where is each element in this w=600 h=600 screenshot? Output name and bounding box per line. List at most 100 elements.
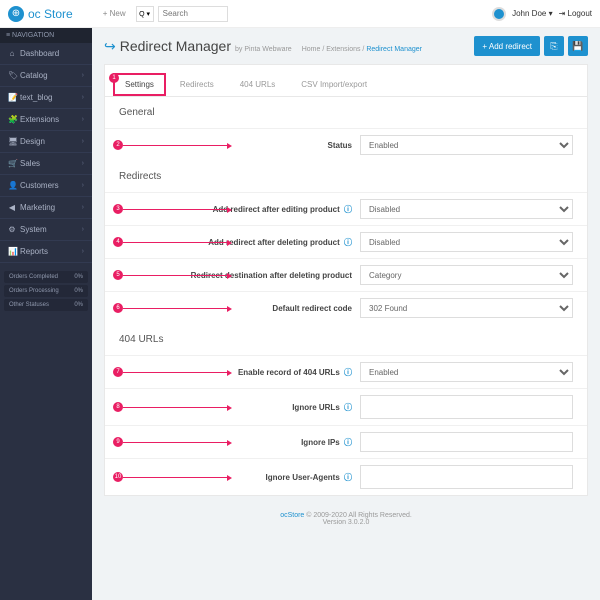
help-icon[interactable]: ⓘ <box>342 403 352 412</box>
main-content: ↪ Redirect Manager by Pinta Webware Home… <box>92 28 600 600</box>
chevron-right-icon: › <box>82 248 84 255</box>
marker-6: 6 <box>113 303 123 313</box>
chevron-right-icon: › <box>82 72 84 79</box>
select-add-del[interactable]: Disabled <box>360 232 573 252</box>
tab-settings[interactable]: Settings <box>113 73 166 96</box>
search-group: Q ▾ <box>136 6 228 22</box>
sidebar-item-catalog[interactable]: 🏷Catalog› <box>0 65 92 87</box>
crumb-current: Redirect Manager <box>366 46 422 53</box>
help-icon[interactable]: ⓘ <box>342 438 352 447</box>
tab-404urls[interactable]: 404 URLs <box>228 73 288 96</box>
stat-label: Orders Processing <box>9 288 59 294</box>
nav-icon: 🛒 <box>8 159 16 168</box>
stat-value: 0% <box>74 288 83 294</box>
chevron-right-icon: › <box>82 226 84 233</box>
topbar-right: John Doe ▾ ⇥ Logout <box>492 7 592 21</box>
marker-10: 10 <box>113 472 123 482</box>
username-dropdown[interactable]: John Doe ▾ <box>512 9 552 18</box>
chevron-right-icon: › <box>82 116 84 123</box>
sidebar-item-customers[interactable]: 👤Customers› <box>0 175 92 197</box>
nav-label: Marketing <box>20 203 55 212</box>
sidebar: ≡ NAVIGATION ⌂Dashboard🏷Catalog›📝text_bl… <box>0 28 92 600</box>
breadcrumb: Home / Extensions / Redirect Manager <box>302 46 422 53</box>
nav-label: Reports <box>20 247 48 256</box>
marker-4: 4 <box>113 237 123 247</box>
page-header: ↪ Redirect Manager by Pinta Webware Home… <box>104 36 588 56</box>
add-redirect-button[interactable]: + Add redirect <box>474 36 540 56</box>
tab-csv[interactable]: CSV Import/export <box>289 73 379 96</box>
chevron-right-icon: › <box>82 160 84 167</box>
row-status: 2 Status Enabled <box>105 128 587 161</box>
help-icon[interactable]: ⓘ <box>342 205 352 214</box>
crumb-home[interactable]: Home <box>302 46 321 53</box>
nav-icon: 🖥 <box>8 137 16 146</box>
marker-7: 7 <box>113 367 123 377</box>
sidebar-item-sales[interactable]: 🛒Sales› <box>0 153 92 175</box>
help-icon[interactable]: ⓘ <box>342 473 352 482</box>
nav-icon: ⌂ <box>8 49 16 58</box>
nav-icon: 🧩 <box>8 115 16 124</box>
nav-label: text_blog <box>20 93 52 102</box>
sidebar-item-reports[interactable]: 📊 Reports › <box>0 241 92 263</box>
select-status[interactable]: Enabled <box>360 135 573 155</box>
sidebar-item-extensions[interactable]: 🧩 Extensions › <box>0 109 92 131</box>
row-ign-ip: 9 Ignore IPs ⓘ <box>105 425 587 458</box>
logo-text: oc Store <box>28 7 73 21</box>
logo[interactable]: ⊕ oc Store <box>8 6 73 22</box>
select-dest[interactable]: Category <box>360 265 573 285</box>
stat-row: Orders Completed 0% <box>4 271 88 283</box>
row-dest: 5 Redirect destination after deleting pr… <box>105 258 587 291</box>
search-filter-button[interactable]: Q ▾ <box>136 6 154 22</box>
tabs: 1 Settings Redirects 404 URLs CSV Import… <box>105 65 587 97</box>
avatar[interactable] <box>492 7 506 21</box>
stat-value: 0% <box>74 274 83 280</box>
sidebar-item-system[interactable]: ⚙System› <box>0 219 92 241</box>
stat-label: Other Statuses <box>9 302 49 308</box>
stat-row: Other Statuses0% <box>4 299 88 311</box>
marker-3: 3 <box>113 204 123 214</box>
input-ign-ip[interactable] <box>360 432 573 452</box>
copy-button[interactable]: ⎘ <box>544 36 564 56</box>
help-icon[interactable]: ⓘ <box>342 368 352 377</box>
logout-button[interactable]: ⇥ Logout <box>559 9 592 18</box>
save-button[interactable]: 💾 <box>568 36 588 56</box>
section-redirects: Redirects <box>105 161 587 192</box>
select-rec404[interactable]: Enabled <box>360 362 573 382</box>
stat-row: Orders Processing 0% <box>4 285 88 297</box>
nav-icon: ◀ <box>8 203 16 212</box>
chevron-right-icon: › <box>82 138 84 145</box>
chevron-right-icon: › <box>82 204 84 211</box>
marker-8: 8 <box>113 402 123 412</box>
nav-label: Design <box>20 137 45 146</box>
redirect-icon: ↪ <box>104 38 116 55</box>
crumb-extensions[interactable]: Extensions <box>326 46 360 53</box>
row-add-del: 4 Add redirect after deleting product ⓘ … <box>105 225 587 258</box>
marker-2: 2 <box>113 140 123 150</box>
page-subtitle: by Pinta Webware <box>235 46 292 53</box>
section-general: General <box>105 97 587 128</box>
new-button[interactable]: + New <box>103 9 126 18</box>
sidebar-item-text_blog[interactable]: 📝text_blog› <box>0 87 92 109</box>
sidebar-item-marketing[interactable]: ◀ Marketing › <box>0 197 92 219</box>
sidebar-item-dashboard[interactable]: ⌂Dashboard <box>0 43 92 65</box>
nav-header: ≡ NAVIGATION <box>0 28 92 43</box>
select-add-edit[interactable]: Disabled <box>360 199 573 219</box>
footer: ocStore © 2009-2020 All Rights Reserved.… <box>104 496 588 542</box>
nav-label: Customers <box>20 181 59 190</box>
stat-label: Orders Completed <box>9 274 58 280</box>
row-ign-ua: 10 Ignore User-Agents ⓘ <box>105 458 587 495</box>
chevron-right-icon: › <box>82 182 84 189</box>
section-404urls: 404 URLs <box>105 324 587 355</box>
input-ign-ua[interactable] <box>360 465 573 489</box>
sidebar-item-design[interactable]: 🖥 Design › <box>0 131 92 153</box>
help-icon[interactable]: ⓘ <box>342 238 352 247</box>
input-ign-url[interactable] <box>360 395 573 419</box>
nav-label: Catalog <box>20 71 48 80</box>
nav-icon: 📊 <box>8 247 16 256</box>
nav-label: Extensions <box>20 115 59 124</box>
footer-version: Version 3.0.2.0 <box>323 519 370 526</box>
tab-redirects[interactable]: Redirects <box>168 73 226 96</box>
search-input[interactable] <box>158 6 228 22</box>
select-code[interactable]: 302 Found <box>360 298 573 318</box>
footer-link[interactable]: ocStore <box>280 512 304 519</box>
